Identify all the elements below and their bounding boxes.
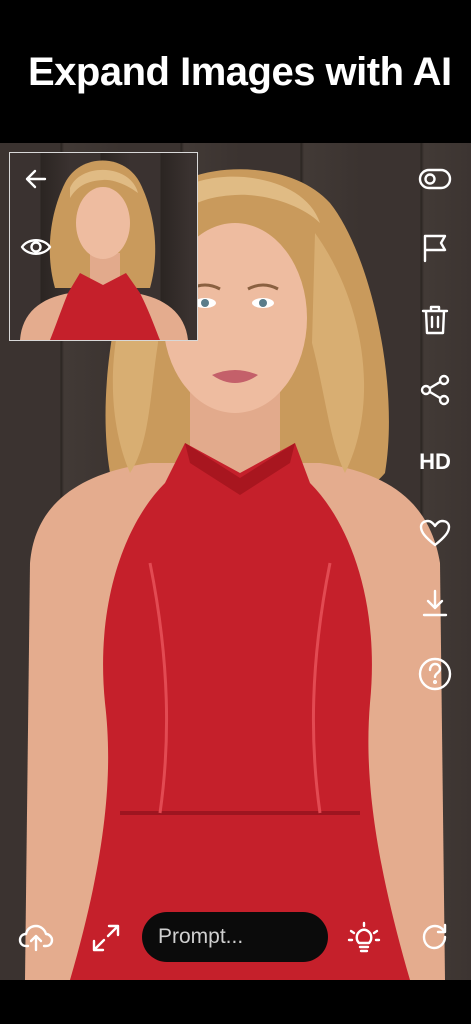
lightbulb-icon[interactable] (346, 920, 382, 956)
bottom-strip (0, 980, 471, 1024)
expand-icon[interactable] (89, 921, 123, 955)
prompt-container (142, 912, 328, 962)
refresh-icon[interactable] (418, 920, 452, 954)
heart-icon[interactable] (418, 518, 452, 548)
flag-icon[interactable] (419, 232, 451, 264)
prompt-input[interactable] (142, 924, 320, 950)
arrow-left-icon[interactable] (21, 164, 51, 194)
share-icon[interactable] (417, 372, 453, 408)
page-title: Expand Images with AI (28, 50, 452, 94)
download-icon[interactable] (419, 587, 451, 619)
trash-icon[interactable] (419, 303, 451, 337)
hd-badge[interactable]: HD (414, 448, 456, 476)
cloud-upload-icon[interactable] (17, 920, 55, 954)
app-header: Expand Images with AI (0, 0, 471, 143)
toggle-icon[interactable] (417, 164, 453, 194)
help-icon[interactable] (417, 656, 453, 692)
eye-icon[interactable] (19, 232, 53, 262)
